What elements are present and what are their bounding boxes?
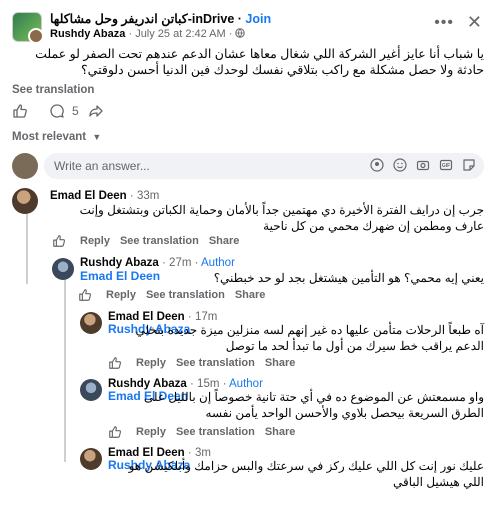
comment-actions: Reply See translation Share: [52, 234, 239, 248]
composer-tools: GIF: [370, 158, 476, 172]
see-translation-link[interactable]: See translation: [120, 235, 199, 247]
group-avatar[interactable]: [12, 12, 44, 44]
comment-text: يعني إيه محمي؟ هو التأمين هيشتغل بجد لو …: [213, 271, 484, 285]
comment-time[interactable]: 33m: [137, 190, 159, 202]
reply-button[interactable]: Reply: [106, 289, 136, 301]
like-icon[interactable]: [12, 103, 28, 119]
svg-text:GIF: GIF: [442, 163, 450, 169]
like-icon[interactable]: [78, 288, 92, 302]
gif-icon[interactable]: GIF: [439, 158, 453, 172]
share-button[interactable]: Share: [235, 289, 266, 301]
author-avatar[interactable]: [28, 28, 44, 44]
comment-actions: Reply See translation Share: [108, 425, 295, 439]
thread-connector: [64, 276, 66, 462]
post-author-link[interactable]: Rushdy Abaza: [50, 28, 125, 40]
more-options-icon[interactable]: •••: [434, 14, 454, 32]
avatar[interactable]: [80, 312, 102, 334]
comment-text: واو مسمعتش عن الموضوع ده في أي حتة تانية…: [143, 390, 484, 420]
camera-icon[interactable]: [416, 158, 430, 172]
post-see-translation-link[interactable]: See translation: [12, 84, 94, 96]
comment-actions: Reply See translation Share: [78, 288, 265, 302]
avatar-sticker-icon[interactable]: [370, 158, 384, 172]
globe-icon: [235, 28, 246, 38]
share-button[interactable]: Share: [265, 357, 296, 369]
comment-input[interactable]: Write an answer... GIF: [44, 153, 484, 179]
like-icon[interactable]: [52, 234, 66, 248]
avatar[interactable]: [80, 379, 102, 401]
avatar[interactable]: [12, 188, 38, 214]
comment-text: جرب إن درايف الفترة الأخيرة دي مهتمين جد…: [79, 203, 484, 233]
comment-author[interactable]: Rushdy Abaza: [80, 257, 159, 269]
comment: Rushdy Abaza · 15m · Author Emad El Deen…: [80, 377, 484, 425]
post-header: كباتن اندريفر وحل مشاكلها-inDrive · Join…: [12, 10, 484, 44]
like-icon[interactable]: [108, 425, 122, 439]
comment-icon[interactable]: [49, 103, 65, 119]
post-actions: 5: [12, 103, 104, 121]
comment: Emad El Deen · 3m Rushdy Abaza عليك نور …: [80, 446, 484, 496]
comment-actions: Reply See translation Share: [108, 356, 295, 370]
author-badge: Author: [201, 257, 235, 269]
close-icon[interactable]: ✕: [467, 12, 482, 33]
sort-dropdown[interactable]: Most relevant ▼: [12, 131, 101, 143]
chevron-down-icon: ▼: [92, 132, 102, 142]
comment-author[interactable]: Emad El Deen: [50, 190, 127, 202]
reply-button[interactable]: Reply: [136, 357, 166, 369]
group-name-link[interactable]: كباتن اندريفر وحل مشاكلها-inDrive: [50, 12, 234, 26]
see-translation-link[interactable]: See translation: [176, 426, 255, 438]
share-button[interactable]: Share: [265, 426, 296, 438]
comment-text: آه طبعاً الرحلات متأمن عليها ده غير إنهم…: [135, 323, 484, 353]
current-user-avatar[interactable]: [12, 153, 38, 179]
join-button[interactable]: Join: [245, 12, 271, 26]
sticker-icon[interactable]: [462, 158, 476, 172]
comment-author-row: Rushdy Abaza · 27m · Author: [80, 257, 235, 269]
share-button[interactable]: Share: [209, 235, 240, 247]
comment: Emad El Deen · 17m Rushdy Abaza آه طبعاً…: [80, 310, 484, 358]
post-body: يا شباب أنا عايز أغير الشركة اللي شغال م…: [35, 47, 484, 77]
avatar[interactable]: [80, 448, 102, 470]
comment-count: 5: [72, 104, 79, 118]
avatar[interactable]: [52, 258, 74, 280]
emoji-icon[interactable]: [393, 158, 407, 172]
see-translation-link[interactable]: See translation: [176, 357, 255, 369]
comment-composer: Write an answer... GIF: [12, 153, 484, 181]
post-meta: Rushdy Abaza · July 25 at 2:42 AM ·: [50, 28, 246, 40]
reply-button[interactable]: Reply: [80, 235, 110, 247]
comment-text: عليك نور إنت كل اللي عليك ركز في سرعتك و…: [128, 459, 484, 489]
group-title-row: كباتن اندريفر وحل مشاكلها-inDrive · Join: [50, 12, 272, 26]
share-icon[interactable]: [88, 103, 104, 119]
like-icon[interactable]: [108, 356, 122, 370]
reply-button[interactable]: Reply: [136, 426, 166, 438]
comment-time[interactable]: 27m: [169, 257, 191, 269]
see-translation-link[interactable]: See translation: [146, 289, 225, 301]
post-date-link[interactable]: July 25 at 2:42 AM: [135, 28, 226, 40]
comment-author-row: Emad El Deen · 33m: [50, 190, 160, 202]
